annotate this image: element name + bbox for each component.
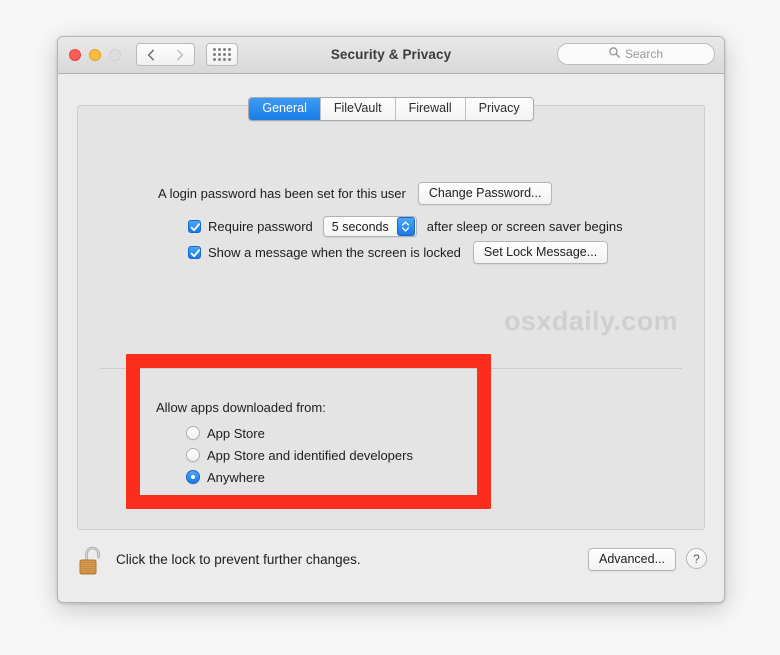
watermark-text: osxdaily.com [504, 306, 678, 336]
show-lock-message-label: Show a message when the screen is locked [208, 245, 461, 260]
radio-button-selected[interactable] [186, 470, 200, 484]
gatekeeper-radio-group: App Store App Store and identified devel… [186, 422, 413, 488]
search-input[interactable]: Search [557, 43, 715, 65]
checkmark-icon [190, 223, 200, 232]
search-placeholder: Search [624, 47, 664, 61]
gatekeeper-option-anywhere[interactable]: Anywhere [186, 466, 413, 488]
login-password-row: A login password has been set for this u… [158, 182, 553, 205]
tab-general[interactable]: General [249, 98, 320, 120]
window-body: A login password has been set for this u… [58, 74, 724, 602]
password-delay-value: 5 seconds [331, 219, 389, 234]
gatekeeper-option-label: App Store and identified developers [207, 447, 413, 463]
tab-filevault[interactable]: FileVault [319, 98, 395, 120]
require-password-label: Require password [208, 219, 313, 234]
checkmark-icon [190, 249, 200, 258]
radio-button[interactable] [186, 448, 200, 462]
lock-hint-text: Click the lock to prevent further change… [116, 552, 361, 567]
general-settings-panel: A login password has been set for this u… [77, 105, 705, 530]
stepper-icon[interactable] [396, 217, 415, 236]
unlocked-padlock-icon[interactable] [78, 545, 103, 582]
require-password-checkbox[interactable] [188, 220, 201, 233]
tab-privacy[interactable]: Privacy [464, 98, 533, 120]
gatekeeper-option-label: Anywhere [207, 469, 265, 485]
change-password-button[interactable]: Change Password... [417, 182, 553, 205]
show-lock-message-checkbox[interactable] [188, 246, 201, 259]
window-titlebar: Security & Privacy Search [58, 37, 724, 74]
gatekeeper-option-app-store[interactable]: App Store [186, 422, 413, 444]
search-icon [609, 45, 620, 63]
gatekeeper-option-label: App Store [207, 425, 265, 441]
help-button[interactable]: ? [686, 548, 707, 569]
radio-button[interactable] [186, 426, 200, 440]
tab-group: General FileVault Firewall Privacy [248, 97, 534, 121]
password-delay-suffix: after sleep or screen saver begins [426, 219, 623, 234]
gatekeeper-option-app-store-and-identified-developers[interactable]: App Store and identified developers [186, 444, 413, 466]
window-footer: Click the lock to prevent further change… [58, 531, 724, 602]
set-lock-message-button[interactable]: Set Lock Message... [472, 241, 609, 264]
require-password-row: Require password 5 seconds after sleep o… [188, 216, 623, 237]
login-password-label: A login password has been set for this u… [158, 186, 406, 201]
gatekeeper-title: Allow apps downloaded from: [156, 400, 326, 415]
tab-firewall[interactable]: Firewall [394, 98, 465, 120]
lock-message-row: Show a message when the screen is locked… [188, 241, 609, 264]
password-delay-dropdown[interactable]: 5 seconds [322, 216, 417, 237]
advanced-button[interactable]: Advanced... [587, 548, 676, 571]
tab-bar: General FileVault Firewall Privacy [58, 97, 724, 121]
preferences-window: Security & Privacy Search A login passwo… [57, 36, 725, 603]
